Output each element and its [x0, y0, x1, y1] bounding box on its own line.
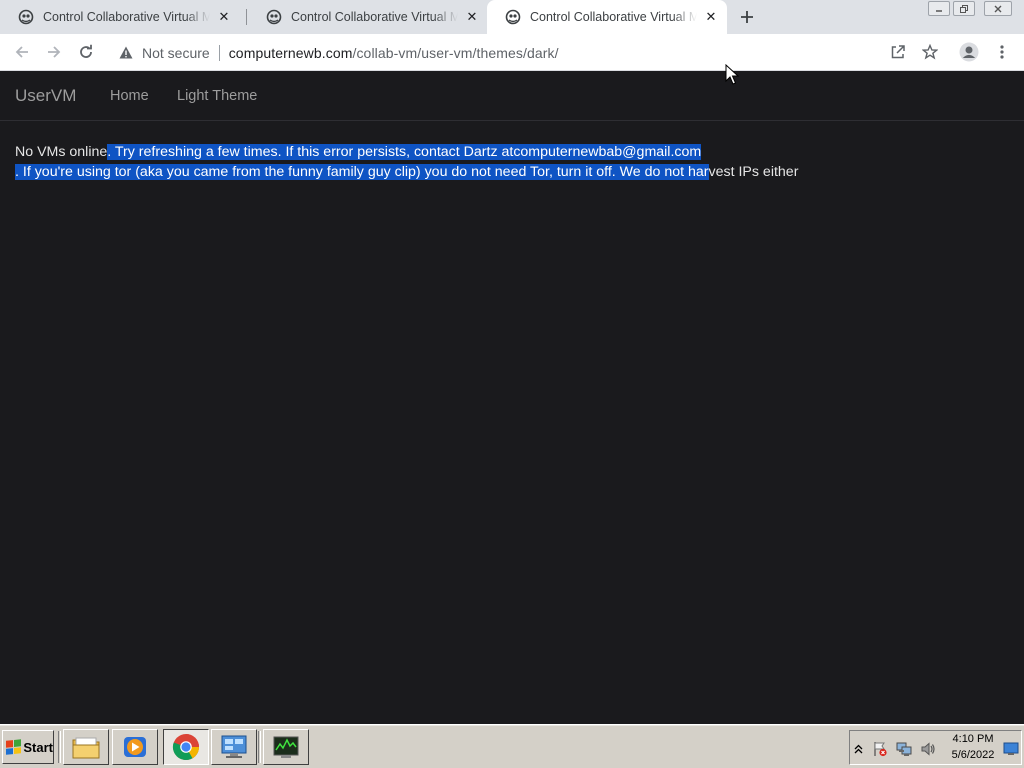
security-status-label[interactable]: Not secure — [142, 45, 210, 61]
page-content: UserVM Home Light Theme No VMs online. T… — [0, 72, 1024, 724]
share-button[interactable] — [886, 40, 910, 64]
reload-icon — [80, 44, 92, 58]
menu-button[interactable] — [990, 40, 1014, 64]
star-icon — [922, 44, 938, 60]
message-line-2: . If you're using tor (aka you came from… — [15, 162, 895, 182]
collabvm-favicon-icon — [505, 9, 521, 25]
browser-toolbar: Not secure computernewb.com/collab-vm/us… — [0, 34, 1024, 71]
tab-separator — [246, 9, 247, 25]
task-manager-icon — [273, 736, 299, 758]
action-center-flag-icon[interactable] — [872, 741, 888, 757]
plus-icon — [741, 11, 753, 23]
taskbar-grip[interactable] — [58, 731, 61, 763]
mouse-cursor-icon — [725, 64, 739, 85]
browser-tab-3-active[interactable]: Control Collaborative Virtual Machines ✕ — [487, 0, 727, 34]
back-arrow-icon — [15, 46, 28, 58]
collabvm-favicon-icon — [18, 9, 34, 25]
media-player-icon — [124, 737, 146, 757]
minimize-icon — [936, 9, 942, 12]
url-host: computernewb.com — [228, 44, 353, 61]
windows-logo-icon — [6, 739, 22, 755]
taskbar-app-file-explorer[interactable] — [63, 729, 109, 765]
bookmark-button[interactable] — [918, 40, 942, 64]
clock-time[interactable]: 4:10 PM — [946, 733, 1000, 745]
brand-link[interactable]: UserVM — [15, 86, 76, 106]
network-icon[interactable] — [896, 741, 912, 757]
message-text-selected: . If you're using tor (aka you came from… — [15, 164, 709, 180]
reload-button[interactable] — [73, 39, 99, 65]
nav-link-light-theme[interactable]: Light Theme — [177, 88, 257, 104]
taskbar-app-chrome[interactable] — [163, 729, 209, 765]
address-bar[interactable]: Not secure computernewb.com/collab-vm/us… — [108, 38, 950, 67]
forward-button[interactable] — [41, 39, 67, 65]
warning-icon[interactable] — [118, 45, 134, 61]
close-window-button[interactable] — [984, 1, 1012, 16]
share-icon — [891, 45, 905, 59]
tab-close-icon[interactable]: ✕ — [462, 7, 482, 27]
status-message: No VMs online. Try refreshing a few time… — [15, 142, 895, 182]
windows-taskbar: Start 4:10 PM 5/6/2022 — [0, 724, 1024, 768]
url-path: /collab-vm/user-vm/themes/dark/ — [352, 44, 559, 61]
back-button[interactable] — [9, 39, 35, 65]
collabvm-favicon-icon — [266, 9, 282, 25]
taskbar-grip[interactable] — [258, 731, 261, 763]
message-text-selected: . Try refreshing a few times. If this er… — [107, 144, 702, 160]
tab-title: Control Collaborative Virtual Machines — [43, 10, 210, 24]
profile-avatar-icon — [959, 42, 979, 62]
taskbar-app-task-manager[interactable] — [263, 729, 309, 765]
tab-close-icon[interactable]: ✕ — [214, 7, 234, 27]
site-navbar: UserVM Home Light Theme — [0, 72, 1024, 121]
start-button[interactable]: Start — [2, 730, 54, 764]
omnibox-divider — [218, 44, 220, 61]
message-line-1: No VMs online. Try refreshing a few time… — [15, 142, 895, 162]
taskbar-app-media-player[interactable] — [112, 729, 158, 765]
tab-title: Control Collaborative Virtual Machines — [530, 10, 697, 24]
show-hidden-icons-chevron-icon[interactable] — [852, 741, 864, 757]
volume-icon[interactable] — [920, 741, 936, 757]
tab-title: Control Collaborative Virtual Machines — [291, 10, 458, 24]
forward-arrow-icon — [48, 46, 61, 58]
chrome-icon — [172, 734, 200, 761]
message-text-plain: No VMs online — [15, 144, 108, 160]
browser-tab-1[interactable]: Control Collaborative Virtual Machines ✕ — [0, 0, 240, 34]
start-label: Start — [23, 739, 53, 755]
minimize-button[interactable] — [928, 1, 950, 16]
restore-icon — [960, 4, 968, 13]
show-desktop-icon[interactable] — [1003, 741, 1019, 757]
close-icon — [994, 5, 1002, 12]
nav-link-home[interactable]: Home — [110, 88, 149, 104]
browser-tab-2[interactable]: Control Collaborative Virtual Machines ✕ — [248, 0, 488, 34]
control-panel-icon — [221, 735, 247, 758]
file-explorer-icon — [72, 737, 100, 759]
system-tray: 4:10 PM 5/6/2022 — [849, 730, 1022, 765]
url-text[interactable]: computernewb.com/collab-vm/user-vm/theme… — [229, 45, 559, 61]
tab-close-icon[interactable]: ✕ — [701, 7, 721, 27]
restore-button[interactable] — [953, 1, 975, 16]
tab-strip: Control Collaborative Virtual Machines ✕… — [0, 0, 1024, 34]
kebab-menu-icon — [1000, 45, 1004, 59]
profile-button[interactable] — [957, 40, 981, 64]
clock-date[interactable]: 5/6/2022 — [946, 749, 1000, 761]
taskbar-app-control-panel[interactable] — [211, 729, 257, 765]
new-tab-button[interactable] — [737, 7, 757, 27]
message-text-plain: vest IPs either — [708, 164, 799, 180]
